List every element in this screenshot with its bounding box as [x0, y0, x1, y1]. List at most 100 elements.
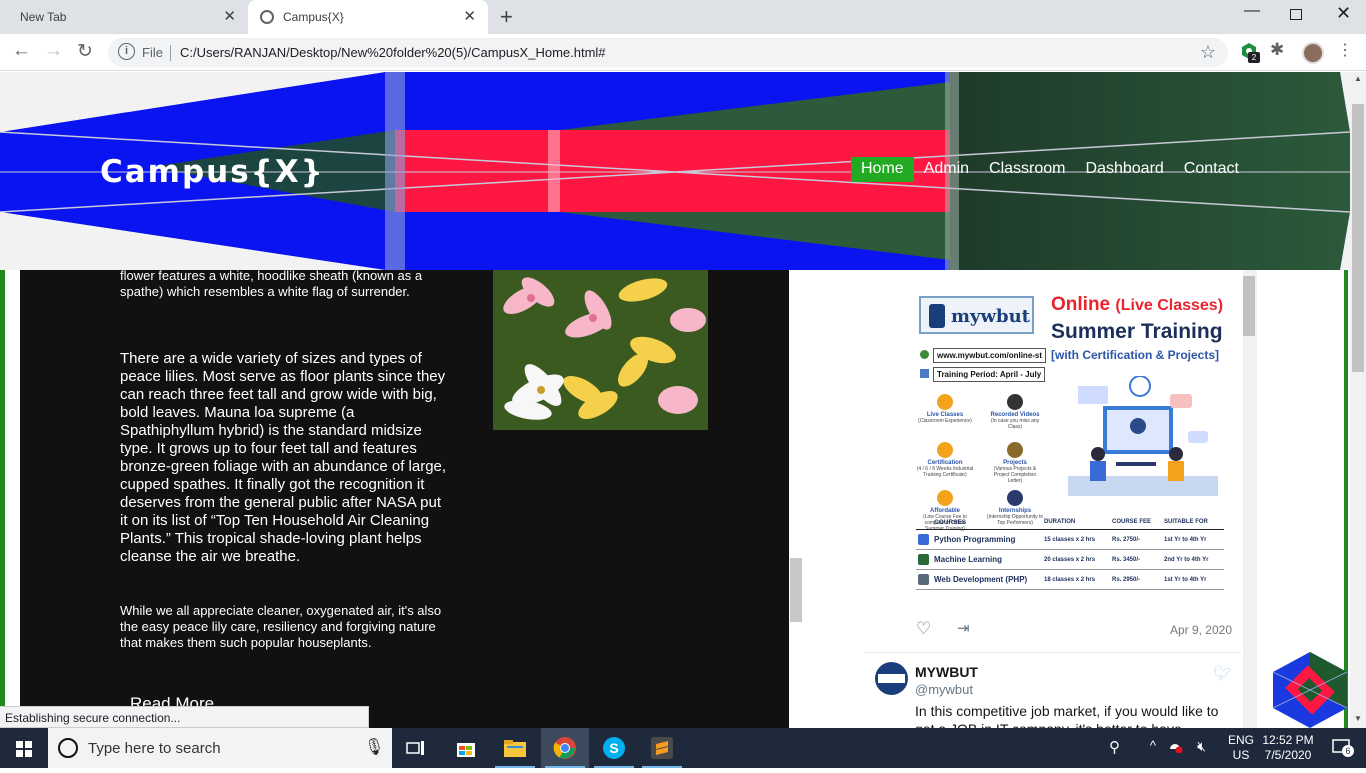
profile-avatar[interactable]: [1302, 42, 1324, 64]
feature-sub: (Classroom Experience): [918, 418, 972, 424]
tab-campusx[interactable]: Campus{X} ✕: [248, 0, 488, 34]
close-tab-icon[interactable]: ✕: [463, 9, 476, 25]
timeline-scrollbar[interactable]: [1243, 270, 1257, 728]
tab-title: New Tab: [20, 10, 67, 24]
sublime-text-icon[interactable]: [638, 728, 686, 768]
cell-course: Web Development (PHP): [934, 575, 1028, 584]
col-suitable: SUITABLE FOR: [1164, 519, 1208, 525]
taskbar: Type here to search 🎙︎ S ⚲ ^ 🔇︎ ENG US 12…: [0, 728, 1366, 768]
windows-start-button[interactable]: [0, 728, 48, 768]
bookmark-star-icon[interactable]: ☆: [1200, 42, 1216, 63]
tweet-media-ad[interactable]: mywbut Online (Live Classes) Summer Trai…: [912, 286, 1232, 610]
clock-date: 7/5/2020: [1264, 748, 1312, 762]
close-window-icon[interactable]: ✕: [1336, 3, 1351, 24]
article-paragraph: flower features a white, hoodlike sheath…: [120, 268, 423, 299]
col-duration: DURATION: [1044, 519, 1076, 525]
notification-count: 6: [1342, 745, 1354, 757]
store-icon[interactable]: [442, 728, 490, 768]
skype-icon[interactable]: S: [590, 728, 638, 768]
forward-icon[interactable]: →: [44, 40, 63, 62]
restore-icon[interactable]: [1290, 9, 1302, 20]
taskbar-search[interactable]: Type here to search 🎙︎: [48, 728, 392, 768]
cortana-circle-icon: [58, 738, 78, 758]
minimize-icon[interactable]: —: [1244, 2, 1260, 20]
course-table: COURSES DURATION COURSE FEE SUITABLE FOR…: [916, 519, 1224, 590]
logo-mark-icon: [929, 304, 945, 328]
ml-chip-icon: [918, 554, 929, 565]
cell-suitable: 1st Yr to 4th Yr: [1164, 576, 1207, 583]
network-icon[interactable]: [1167, 739, 1183, 754]
feature-certification: Certification (4 / 6 / 8 Weeks Industrial…: [916, 442, 974, 478]
feature-live-classes: Live Classes (Classroom Experience): [916, 394, 974, 424]
tweet-author-name[interactable]: MYWBUT: [915, 664, 978, 680]
extension-badge: 2: [1248, 52, 1260, 63]
back-icon[interactable]: ←: [12, 40, 31, 62]
cell-course: Machine Learning: [934, 555, 1003, 564]
table-row: Web Development (PHP) 18 classes x 2 hrs…: [916, 570, 1224, 590]
language-indicator[interactable]: ENG US: [1228, 733, 1254, 763]
web-icon: [920, 350, 929, 359]
chevron-up-icon[interactable]: ^: [1150, 738, 1156, 753]
microphone-icon[interactable]: 🎙︎: [364, 737, 384, 757]
site-header: Campus{X} Home Admin Classroom Dashboard…: [0, 72, 1350, 270]
people-icon[interactable]: ⚲: [1109, 738, 1120, 756]
status-bubble: Establishing secure connection...: [0, 706, 369, 728]
nav-home[interactable]: Home: [851, 157, 914, 182]
address-bar[interactable]: i File C:/Users/RANJAN/Desktop/New%20fol…: [108, 38, 1228, 67]
reload-icon[interactable]: ↻: [77, 40, 93, 63]
scheme-label: File: [142, 45, 163, 60]
scroll-up-icon[interactable]: ▲: [1354, 74, 1362, 83]
page-scrollbar-thumb[interactable]: [1352, 104, 1364, 372]
puzzle-extensions-icon[interactable]: ✱: [1270, 40, 1284, 60]
info-icon[interactable]: i: [118, 43, 135, 60]
floating-chat-widget[interactable]: [1272, 652, 1348, 728]
avatar[interactable]: [875, 662, 908, 695]
article-paragraph: While we all appreciate cleaner, oxygena…: [120, 603, 442, 650]
nav-dashboard[interactable]: Dashboard: [1076, 157, 1174, 182]
tweet-date[interactable]: Apr 9, 2020: [1170, 623, 1232, 637]
volume-mute-icon[interactable]: 🔇︎: [1197, 738, 1206, 755]
task-view-icon[interactable]: [392, 728, 440, 768]
ad-url: www.mywbut.com/online-st: [933, 348, 1047, 363]
like-heart-icon[interactable]: ♡: [916, 619, 931, 639]
file-explorer-icon[interactable]: [491, 728, 539, 768]
tab-strip: New Tab ✕ Campus{X} ✕ + — ✕: [0, 0, 1366, 34]
clock[interactable]: 12:52 PM 7/5/2020: [1258, 733, 1318, 763]
tweet-author-handle[interactable]: @mywbut: [915, 682, 973, 697]
feature-sub: (Various Projects & Project Completion L…: [993, 466, 1037, 484]
menu-kebab-icon[interactable]: ⋮: [1337, 40, 1353, 60]
live-class-icon: [937, 394, 953, 410]
region-code: US: [1232, 748, 1250, 762]
iframe-scrollbar-thumb[interactable]: [790, 558, 802, 622]
cell-fee: Rs. 3450/-: [1112, 556, 1141, 563]
cell-fee: Rs. 2750/-: [1112, 536, 1141, 543]
scroll-down-icon[interactable]: ▼: [1354, 714, 1362, 723]
timeline-scrollbar-thumb[interactable]: [1243, 276, 1255, 336]
cell-course: Python Programming: [934, 535, 1016, 544]
lang-code: ENG: [1227, 733, 1254, 747]
new-tab-button[interactable]: +: [500, 4, 513, 30]
training-illustration: [1068, 376, 1218, 496]
nav-admin[interactable]: Admin: [914, 157, 979, 182]
twitter-bird-icon[interactable]: 🐦︎: [1213, 664, 1232, 682]
article-panel: flower features a white, hoodlike sheath…: [20, 268, 789, 728]
ad-logo-text: mywbut: [951, 306, 1030, 327]
cell-fee: Rs. 2950/-: [1112, 576, 1141, 583]
url-text[interactable]: C:/Users/RANJAN/Desktop/New%20folder%20(…: [180, 45, 606, 60]
notifications-icon[interactable]: 6: [1332, 738, 1354, 757]
gear-icon: [1007, 442, 1023, 458]
tab-new-tab[interactable]: New Tab ✕: [0, 0, 248, 34]
nav-classroom[interactable]: Classroom: [979, 157, 1075, 182]
site-logo[interactable]: Campus{X}: [100, 154, 325, 190]
medal-icon: [937, 442, 953, 458]
tweet-actions: ♡ ⇥ Apr 9, 2020: [912, 619, 1232, 639]
share-icon[interactable]: ⇥: [957, 619, 970, 637]
close-tab-icon[interactable]: ✕: [223, 9, 236, 25]
toolbar: ← → ↻ i File C:/Users/RANJAN/Desktop/New…: [0, 34, 1366, 71]
nav-contact[interactable]: Contact: [1174, 157, 1249, 182]
extension-icon[interactable]: 2: [1240, 42, 1260, 63]
article-paragraph: There are a wide variety of sizes and ty…: [120, 350, 447, 565]
flower-image: [493, 270, 708, 430]
chrome-icon[interactable]: [541, 728, 589, 768]
cell-suitable: 1st Yr to 4th Yr: [1164, 536, 1207, 543]
